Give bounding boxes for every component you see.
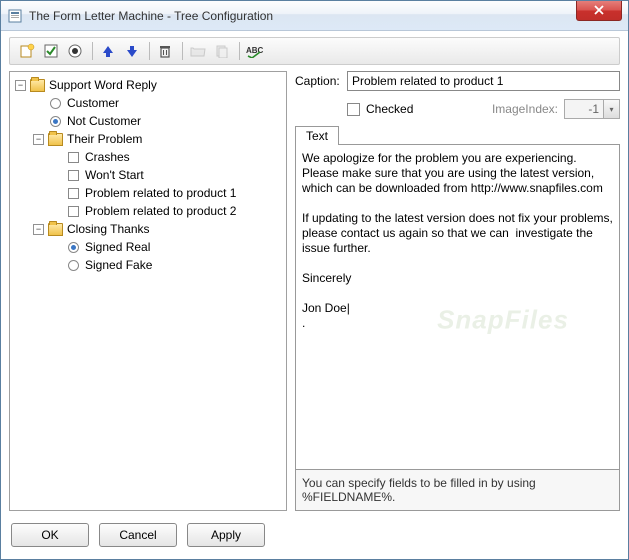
tree-item-closing-thanks[interactable]: − Closing Thanks — [32, 220, 284, 238]
tree-label: Their Problem — [65, 130, 142, 148]
checked-label: Checked — [366, 102, 413, 116]
expander-icon[interactable]: − — [15, 80, 26, 91]
toolbar-separator — [239, 42, 240, 60]
close-button[interactable] — [576, 1, 622, 21]
tree-label: Crashes — [83, 148, 130, 166]
checkbox-icon — [68, 188, 79, 199]
tree-label: Closing Thanks — [65, 220, 150, 238]
tree-item-product1[interactable]: Problem related to product 1 — [50, 184, 284, 202]
caption-label: Caption: — [295, 74, 347, 88]
spellcheck-icon[interactable]: ABC — [244, 40, 266, 62]
new-icon[interactable] — [16, 40, 38, 62]
hint-text: You can specify fields to be filled in b… — [295, 470, 620, 511]
checkbox-icon — [68, 206, 79, 217]
tree-panel[interactable]: − Support Word Reply Customer — [9, 71, 287, 511]
tree-root[interactable]: − Support Word Reply — [14, 76, 284, 94]
svg-text:ABC: ABC — [246, 46, 264, 55]
tree-item-wont-start[interactable]: Won't Start — [50, 166, 284, 184]
imageindex-label: ImageIndex: — [492, 102, 558, 116]
expander-icon[interactable]: − — [33, 224, 44, 235]
radio-icon[interactable] — [64, 40, 86, 62]
app-icon — [7, 8, 23, 24]
tree-label: Customer — [65, 94, 119, 112]
tree-label: Support Word Reply — [47, 76, 157, 94]
radio-checked-icon — [50, 116, 61, 127]
detail-panel: Caption: Checked ImageIndex: ▾ Text Snap… — [295, 71, 620, 511]
tree-item-customer[interactable]: Customer — [32, 94, 284, 112]
folder-icon — [30, 79, 45, 92]
dialog-buttons: OK Cancel Apply — [1, 517, 628, 557]
tree-label: Won't Start — [83, 166, 144, 184]
move-up-icon[interactable] — [97, 40, 119, 62]
move-down-icon[interactable] — [121, 40, 143, 62]
tree-item-not-customer[interactable]: Not Customer — [32, 112, 284, 130]
text-editor[interactable] — [295, 144, 620, 470]
titlebar: The Form Letter Machine - Tree Configura… — [1, 1, 628, 31]
tree-label: Signed Real — [83, 238, 150, 256]
open-folder-icon — [187, 40, 209, 62]
expander-icon[interactable]: − — [33, 134, 44, 145]
checkbox-icon — [68, 152, 79, 163]
folder-icon — [48, 133, 63, 146]
toolbar-separator — [92, 42, 93, 60]
tree-label: Problem related to product 2 — [83, 202, 236, 220]
tree-label: Problem related to product 1 — [83, 184, 236, 202]
toolbar-separator — [149, 42, 150, 60]
radio-unchecked-icon — [50, 98, 61, 109]
checked-checkbox[interactable] — [347, 103, 360, 116]
tree-item-product2[interactable]: Problem related to product 2 — [50, 202, 284, 220]
toolbar: ABC — [9, 37, 620, 65]
copy-icon — [211, 40, 233, 62]
delete-icon[interactable] — [154, 40, 176, 62]
tree-item-signed-real[interactable]: Signed Real — [50, 238, 284, 256]
imageindex-spinner[interactable]: ▾ — [564, 99, 620, 119]
imageindex-input[interactable] — [564, 99, 604, 119]
caption-input[interactable] — [347, 71, 620, 91]
radio-unchecked-icon — [68, 260, 79, 271]
spin-down-icon[interactable]: ▾ — [604, 99, 620, 119]
ok-button[interactable]: OK — [11, 523, 89, 547]
tree-label: Signed Fake — [83, 256, 152, 274]
checkbox-icon — [68, 170, 79, 181]
toolbar-separator — [182, 42, 183, 60]
folder-icon — [48, 223, 63, 236]
tab-text[interactable]: Text — [295, 126, 339, 145]
tree-item-signed-fake[interactable]: Signed Fake — [50, 256, 284, 274]
window-title: The Form Letter Machine - Tree Configura… — [29, 9, 576, 23]
tree-item-crashes[interactable]: Crashes — [50, 148, 284, 166]
tree-label: Not Customer — [65, 112, 141, 130]
radio-checked-icon — [68, 242, 79, 253]
checkbox-icon[interactable] — [40, 40, 62, 62]
apply-button[interactable]: Apply — [187, 523, 265, 547]
tree-item-their-problem[interactable]: − Their Problem — [32, 130, 284, 148]
cancel-button[interactable]: Cancel — [99, 523, 177, 547]
content-area: − Support Word Reply Customer — [1, 65, 628, 517]
